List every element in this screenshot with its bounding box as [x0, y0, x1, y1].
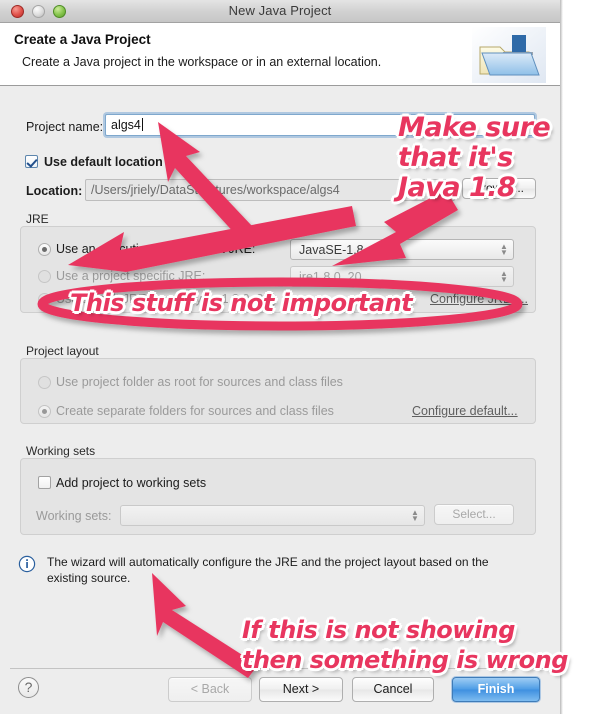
- window-title: New Java Project: [228, 3, 332, 18]
- project-layout-group-label: Project layout: [26, 344, 99, 358]
- new-java-project-window: New Java Project Create a Java Project C…: [0, 0, 560, 714]
- layout-project-folder-label: Use project folder as root for sources a…: [56, 375, 343, 389]
- jre-project-specific-label: Use a project specific JRE:: [56, 269, 206, 283]
- stepper-arrows-icon: ▲ ▼: [411, 508, 419, 523]
- location-value: /Users/jriely/DataStructures/workspace/a…: [91, 183, 340, 197]
- project-name-label: Project name:: [26, 120, 104, 134]
- jre-project-specific-combo[interactable]: jre1.8.0_20 ▲ ▼: [290, 266, 514, 287]
- jre-project-specific-value: jre1.8.0_20: [299, 270, 362, 284]
- window-titlebar: New Java Project: [0, 0, 560, 23]
- jre-default-radio[interactable]: [38, 293, 51, 306]
- add-project-to-working-sets-checkbox[interactable]: [38, 476, 51, 489]
- add-project-to-working-sets-label: Add project to working sets: [56, 476, 207, 490]
- jre-execution-environment-combo[interactable]: JavaSE-1.8 ▲ ▼: [290, 239, 514, 260]
- location-input[interactable]: /Users/jriely/DataStructures/workspace/a…: [85, 179, 455, 201]
- desktop-background: [560, 0, 604, 714]
- page-subtitle: Create a Java project in the workspace o…: [22, 55, 382, 69]
- screenshot-root: New Java Project Create a Java Project C…: [0, 0, 604, 714]
- jre-project-specific-radio[interactable]: [38, 270, 51, 283]
- wizard-banner: Create a Java Project Create a Java proj…: [0, 23, 560, 86]
- layout-separate-folders-radio[interactable]: [38, 405, 51, 418]
- use-default-location-checkbox[interactable]: [25, 155, 38, 168]
- browse-button[interactable]: Browse...: [462, 178, 536, 199]
- help-button[interactable]: ?: [18, 677, 39, 698]
- project-name-input[interactable]: algs4: [105, 114, 535, 136]
- working-sets-combo[interactable]: ▲ ▼: [120, 505, 425, 526]
- back-button[interactable]: < Back: [168, 677, 252, 702]
- wizard-footer: ? < Back Next > Cancel Finish: [0, 669, 560, 714]
- location-label: Location:: [26, 184, 83, 198]
- stepper-arrows-icon: ▲ ▼: [500, 242, 508, 257]
- configure-jres-link[interactable]: Configure JREs...: [430, 292, 528, 306]
- jre-execution-environment-label: Use an execution environment JRE:: [56, 242, 256, 256]
- text-caret: [141, 118, 143, 131]
- info-icon: [18, 555, 36, 573]
- finish-button[interactable]: Finish: [452, 677, 540, 702]
- status-message: The wizard will automatically configure …: [47, 555, 489, 585]
- cancel-button[interactable]: Cancel: [352, 677, 434, 702]
- use-default-location-label: Use default location: [44, 155, 163, 169]
- working-sets-group-label: Working sets: [26, 444, 96, 458]
- jre-execution-environment-radio[interactable]: [38, 243, 51, 256]
- layout-project-folder-radio[interactable]: [38, 376, 51, 389]
- java-project-folder-icon: [472, 27, 546, 83]
- jre-execution-environment-value: JavaSE-1.8: [299, 243, 364, 257]
- stepper-arrows-icon: ▲ ▼: [500, 269, 508, 284]
- project-name-value: algs4: [111, 118, 141, 132]
- working-sets-select-button[interactable]: Select...: [434, 504, 514, 525]
- jre-group-label: JRE: [26, 212, 49, 226]
- wizard-body: Project name: algs4 Use default location…: [0, 86, 560, 669]
- page-title: Create a Java Project: [14, 32, 151, 47]
- layout-separate-folders-label: Create separate folders for sources and …: [56, 404, 334, 418]
- jre-default-label: Use default JRE (currently 'jre1.8.0_20'…: [56, 292, 277, 306]
- configure-default-link[interactable]: Configure default...: [412, 404, 518, 418]
- working-sets-label: Working sets:: [36, 509, 112, 523]
- next-button[interactable]: Next >: [259, 677, 343, 702]
